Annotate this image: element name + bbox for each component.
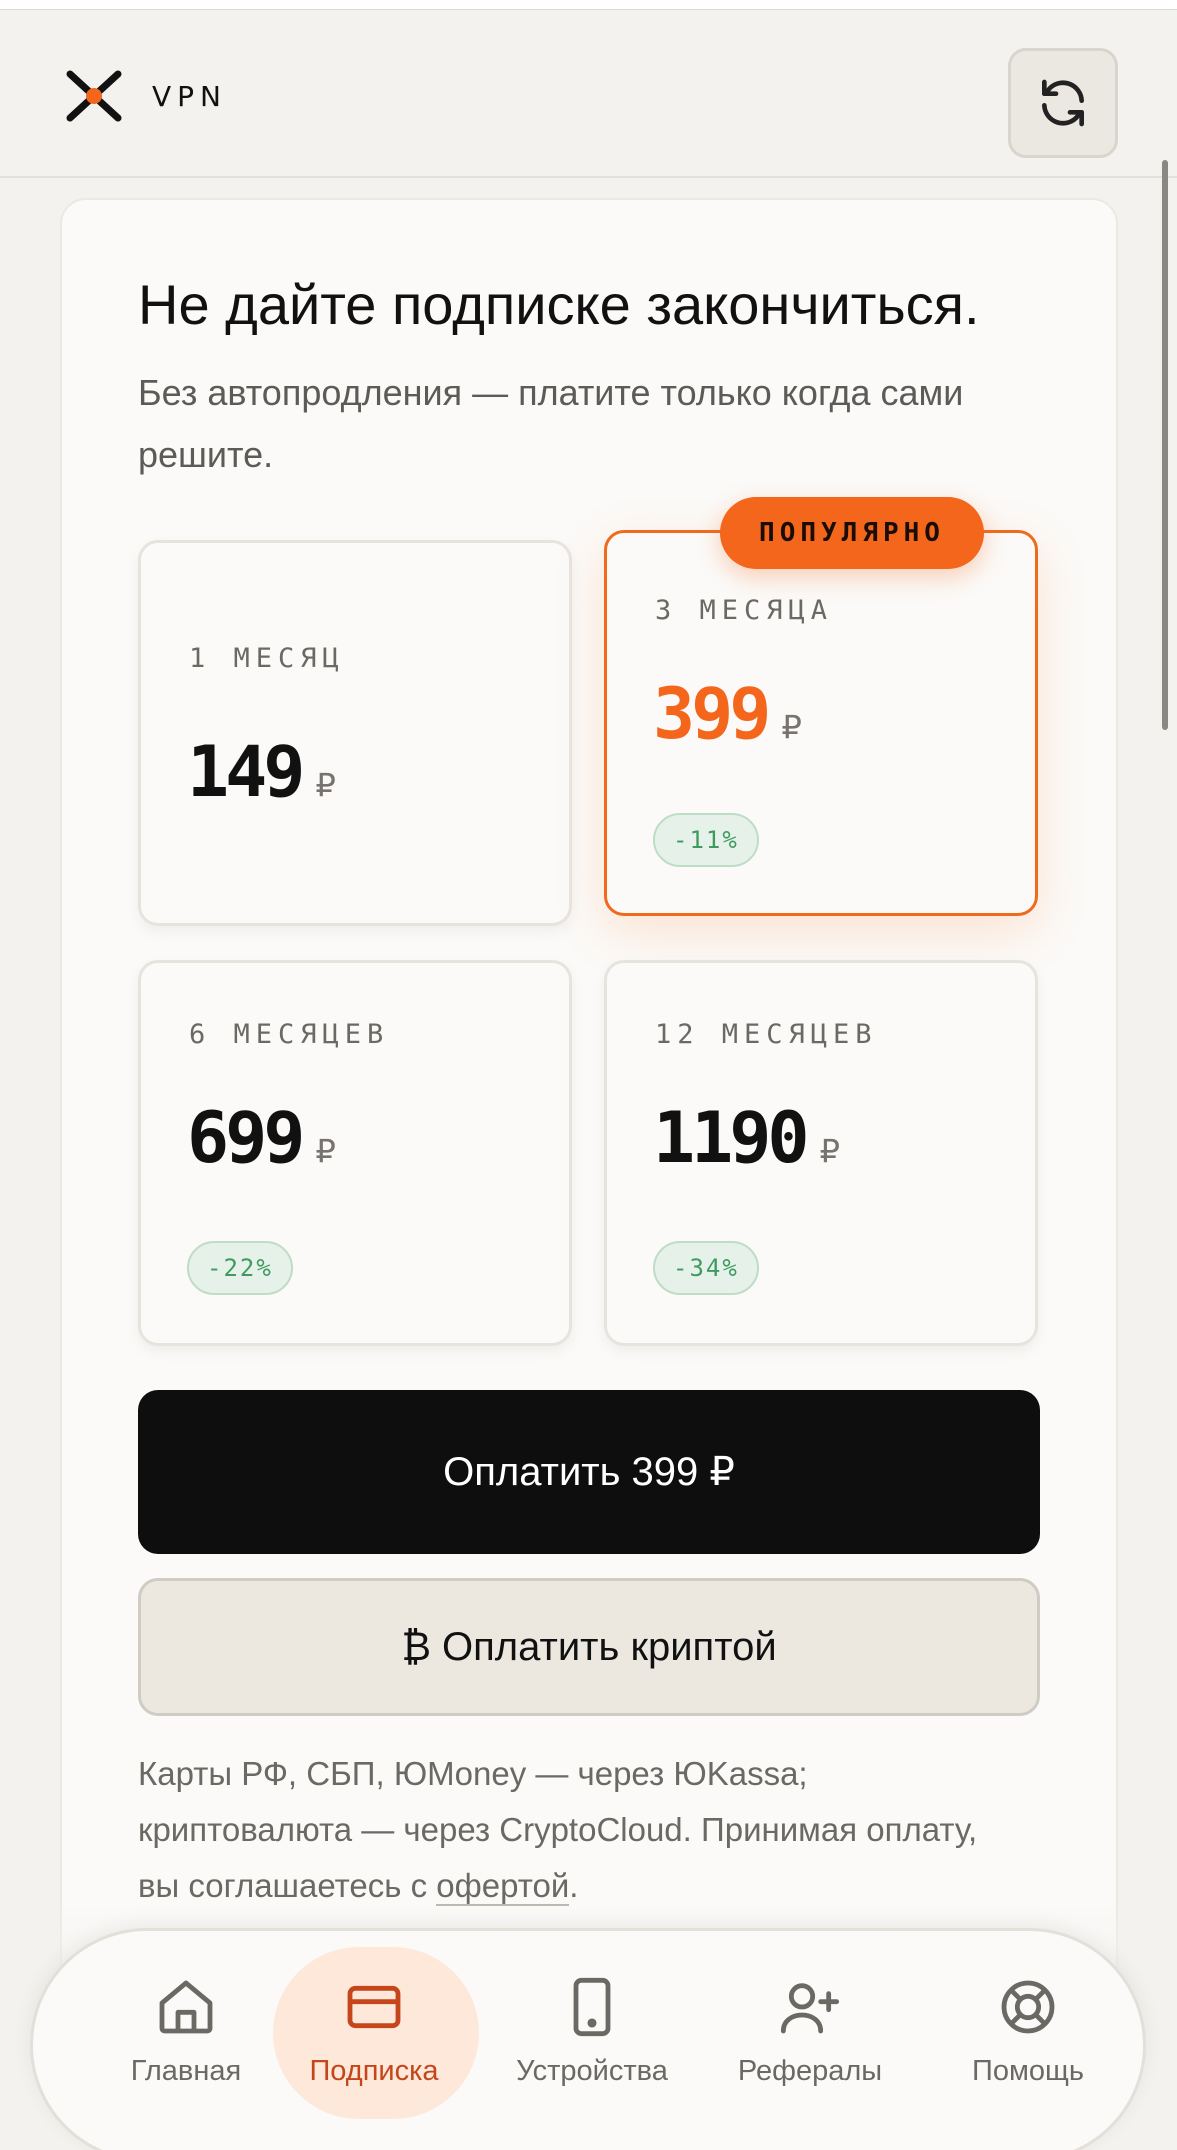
payment-note: Карты РФ, СБП, ЮMoney — через ЮKassa; кр…: [138, 1746, 1018, 1914]
plan-price: 699 ₽: [187, 1097, 336, 1179]
plan-title: 6 МЕСЯЦЕВ: [189, 1019, 390, 1050]
price-value: 699: [187, 1097, 305, 1179]
tab-label: Главная: [130, 2055, 242, 2087]
add-user-icon: [780, 1983, 840, 2034]
pay-crypto-button[interactable]: ₿ Оплатить криптой: [138, 1578, 1040, 1716]
discount-badge: -11%: [653, 813, 759, 867]
bottom-tab-bar: Главная Подписка Устройства Рефералы Пом…: [30, 1928, 1146, 2150]
page-subtitle: Без автопродления — платите только когда…: [138, 372, 964, 475]
currency-symbol: ₽: [315, 1132, 336, 1170]
status-strip: [0, 0, 1177, 10]
page-title: Не дайте подписке закончиться.: [138, 273, 980, 336]
refresh-button[interactable]: [1008, 48, 1118, 158]
tab-label: Подписка: [309, 2055, 439, 2087]
scrollbar[interactable]: [1162, 160, 1168, 730]
plan-price: 149 ₽: [187, 731, 336, 813]
plan-price: 399 ₽: [653, 673, 802, 755]
plan-title: 12 МЕСЯЦЕВ: [655, 1019, 878, 1050]
currency-symbol: ₽: [315, 766, 336, 804]
plan-card-1-month[interactable]: 1 МЕСЯЦ 149 ₽: [138, 540, 572, 926]
pay-button[interactable]: Оплатить 399 ₽: [138, 1390, 1040, 1554]
card-icon: [347, 1985, 401, 2029]
tab-home[interactable]: Главная: [81, 1931, 291, 2150]
popular-badge: ПОПУЛЯРНО: [720, 497, 984, 569]
x-logo-icon: [66, 70, 122, 122]
price-value: 1190: [653, 1097, 810, 1179]
currency-symbol: ₽: [819, 1132, 840, 1170]
plan-title: 1 МЕСЯЦ: [189, 643, 345, 674]
plan-card-6-months[interactable]: 6 МЕСЯЦЕВ 699 ₽ -22%: [138, 960, 572, 1346]
plan-card-12-months[interactable]: 12 МЕСЯЦЕВ 1190 ₽ -34%: [604, 960, 1038, 1346]
payment-note-end: .: [569, 1867, 579, 1904]
price-value: 399: [653, 673, 771, 755]
price-value: 149: [187, 731, 305, 813]
tab-help[interactable]: Помощь: [923, 1931, 1133, 2150]
plan-price: 1190 ₽: [653, 1097, 840, 1179]
brand-name: VPN: [152, 80, 227, 113]
discount-badge: -34%: [653, 1241, 759, 1295]
plan-card-3-months[interactable]: 3 МЕСЯЦА 399 ₽ -11%: [604, 530, 1038, 916]
tab-subscription[interactable]: Подписка: [269, 1931, 479, 2150]
home-icon: [159, 1980, 213, 2034]
discount-badge: -22%: [187, 1241, 293, 1295]
plan-title: 3 МЕСЯЦА: [655, 595, 834, 626]
refresh-icon: [1042, 79, 1084, 127]
tab-label: Помощь: [971, 2055, 1084, 2087]
phone-icon: [573, 1977, 611, 2037]
lifebuoy-icon: [1001, 1980, 1055, 2034]
tab-label: Устройства: [516, 2055, 668, 2087]
tab-devices[interactable]: Устройства: [487, 1931, 697, 2150]
tab-referrals[interactable]: Рефералы: [705, 1931, 915, 2150]
currency-symbol: ₽: [781, 708, 802, 746]
tab-label: Рефералы: [737, 2055, 883, 2087]
app-header: VPN: [0, 10, 1177, 178]
